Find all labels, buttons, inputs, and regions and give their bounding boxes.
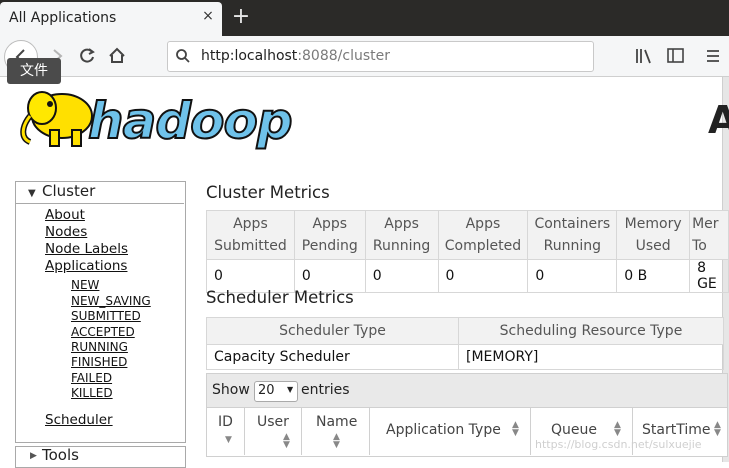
metrics-header: Memory Used: [616, 210, 691, 260]
column-divider: [301, 407, 302, 455]
app-state-finished[interactable]: FINISHED: [71, 355, 127, 369]
app-state-running[interactable]: RUNNING: [71, 340, 128, 354]
tab-title: All Applications: [9, 10, 117, 26]
app-state-new[interactable]: NEW: [71, 278, 99, 292]
library-icon[interactable]: [634, 47, 654, 65]
metrics-value: 0 B: [616, 259, 691, 293]
chevron-down-icon: ▼: [28, 188, 36, 199]
hadoop-elephant-logo: [20, 91, 93, 147]
sidebar-link-applications[interactable]: Applications: [45, 258, 127, 274]
sort-icon[interactable]: ▲ ▼: [333, 433, 340, 450]
sidebar-tools-label[interactable]: Tools: [42, 446, 79, 464]
column-header-id[interactable]: ID: [218, 414, 233, 430]
scheduler-metrics-title: Scheduler Metrics: [206, 288, 354, 307]
scheduler-value: [MEMORY]: [458, 344, 724, 370]
metrics-header: Mer To: [689, 210, 729, 260]
sidebar-cluster-label[interactable]: Cluster: [42, 182, 95, 200]
metrics-header: Containers Running: [527, 210, 618, 260]
column-divider: [530, 407, 531, 455]
scheduler-metrics-table: Scheduler Type Scheduling Resource Type …: [206, 317, 724, 370]
column-header-name[interactable]: Name: [316, 414, 357, 430]
entries-label: entries: [301, 382, 350, 398]
dropdown-caret-icon: ▼: [287, 385, 294, 394]
home-icon[interactable]: [106, 44, 130, 68]
tab-close-icon[interactable]: ×: [199, 7, 217, 25]
metrics-header: Apps Running: [364, 210, 439, 260]
sort-icon[interactable]: ▲ ▼: [614, 421, 621, 438]
sort-icon[interactable]: ▼: [225, 436, 232, 445]
entries-per-page-value[interactable]: 20: [258, 383, 275, 398]
metrics-value: 8 GE: [689, 259, 729, 293]
scheduler-header: Scheduling Resource Type: [458, 317, 724, 345]
chevron-right-icon: ▶: [30, 451, 37, 461]
new-tab-icon[interactable]: +: [230, 5, 252, 29]
column-divider: [369, 407, 370, 455]
metrics-value: 0: [527, 259, 618, 293]
sidebar-link-nodes[interactable]: Nodes: [45, 224, 87, 240]
metrics-value: 0: [364, 259, 439, 293]
hamburger-menu-icon[interactable]: [704, 47, 722, 65]
sidebar-tools-header[interactable]: [15, 446, 186, 468]
sort-icon[interactable]: ▲ ▼: [714, 421, 721, 438]
metrics-header: Apps Completed: [437, 210, 529, 260]
reload-icon[interactable]: [76, 44, 100, 68]
app-state-killed[interactable]: KILLED: [71, 386, 113, 400]
show-label: Show: [212, 382, 250, 398]
column-header-user[interactable]: User: [257, 414, 289, 430]
column-header-starttime[interactable]: StartTime: [642, 422, 710, 438]
metrics-header-row: Apps Submitted Apps Pending Apps Running Ap…: [206, 210, 729, 260]
sidebar-toggle-icon[interactable]: [666, 47, 686, 65]
app-state-failed[interactable]: FAILED: [71, 371, 112, 385]
sort-icon[interactable]: ▲ ▼: [512, 421, 519, 438]
cluster-metrics-table: Apps Submitted Apps Pending Apps Running Ap…: [206, 210, 729, 293]
url-text[interactable]: http:localhost:8088/cluster: [201, 48, 390, 64]
scheduler-value-row: Capacity Scheduler [MEMORY]: [206, 344, 724, 370]
metrics-header: Apps Submitted: [206, 210, 295, 260]
metrics-value: 0: [437, 259, 529, 293]
sidebar-link-about[interactable]: About: [45, 207, 85, 223]
column-divider: [244, 407, 245, 455]
scheduler-value: Capacity Scheduler: [206, 344, 459, 370]
metrics-header: Apps Pending: [293, 210, 366, 260]
page-title-partial: A: [708, 98, 729, 142]
scheduler-header: Scheduler Type: [206, 317, 459, 345]
cluster-metrics-title: Cluster Metrics: [206, 183, 330, 202]
app-state-accepted[interactable]: ACCEPTED: [71, 325, 135, 339]
tooltip: 文件: [7, 58, 61, 84]
watermark: https://blog.csdn.net/sulxuejie: [535, 438, 702, 451]
scheduler-header-row: Scheduler Type Scheduling Resource Type: [206, 317, 724, 345]
column-header-application-type[interactable]: Application Type: [386, 422, 501, 438]
sort-icon[interactable]: ▲ ▼: [283, 433, 290, 450]
sidebar-link-scheduler[interactable]: Scheduler: [45, 412, 113, 428]
app-state-new-saving[interactable]: NEW_SAVING: [71, 294, 151, 308]
hadoop-logo-text: hadoop: [87, 91, 294, 151]
app-state-submitted[interactable]: SUBMITTED: [71, 309, 141, 323]
column-header-queue[interactable]: Queue: [551, 422, 597, 438]
search-icon: [176, 49, 190, 63]
sidebar-link-node-labels[interactable]: Node Labels: [45, 241, 128, 257]
sidebar-cluster-header[interactable]: [15, 181, 184, 204]
